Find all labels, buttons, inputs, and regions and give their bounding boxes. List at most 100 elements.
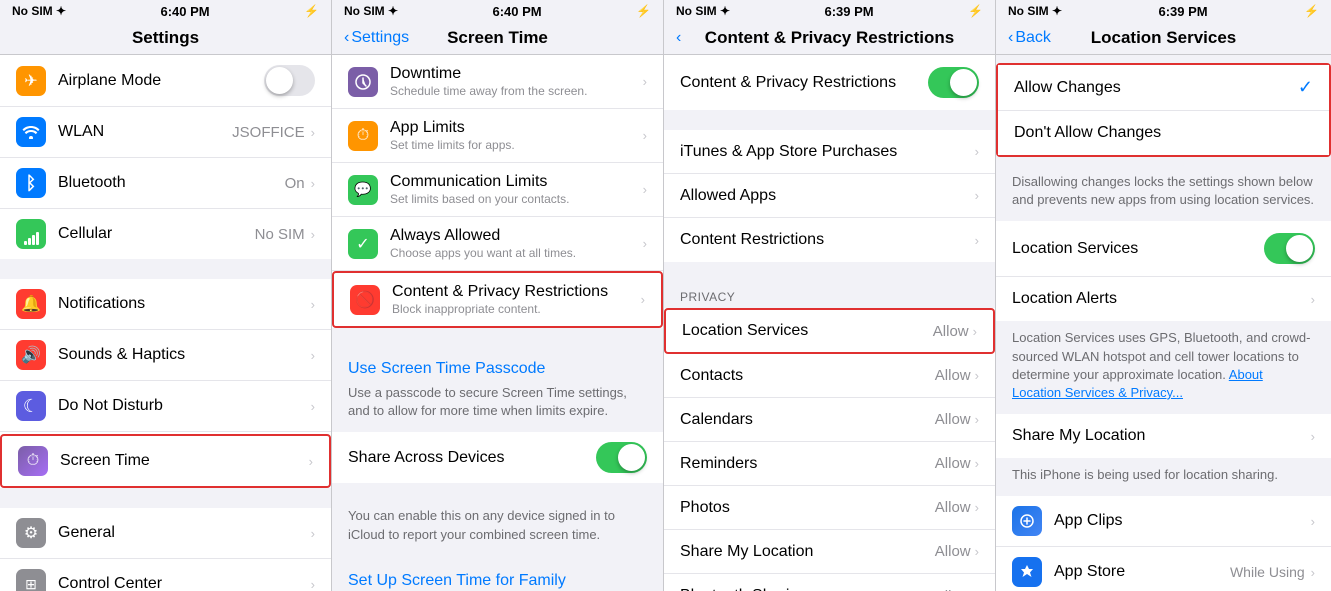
row-sharemylocation[interactable]: Share My Location Allow ›	[664, 530, 995, 574]
toggle-share[interactable]	[596, 442, 647, 473]
back-button-3[interactable]: ‹	[676, 29, 681, 47]
dont-allow-option[interactable]: Don't Allow Changes	[998, 111, 1329, 155]
screentime-list: Downtime Schedule time away from the scr…	[332, 55, 663, 591]
row-alwaysallowed[interactable]: ✓ Always Allowed Choose apps you want at…	[332, 217, 663, 271]
chevron-dnd: ›	[311, 399, 315, 414]
location-toggle-group: Location Services Location Alerts ›	[996, 221, 1331, 321]
row-wlan[interactable]: WLAN JSOFFICE ›	[0, 107, 331, 158]
row-title-general: General	[58, 524, 311, 542]
alwaysallowed-icon: ✓	[348, 229, 378, 259]
row-location-toggle[interactable]: Location Services	[996, 221, 1331, 277]
panel2-screentime: No SIM ✦ 6:40 PM ⚡ ‹ Settings Screen Tim…	[332, 0, 664, 591]
row-right-notifications: ›	[311, 297, 315, 312]
chevron-reminders: ›	[975, 456, 979, 471]
allow-changes-option[interactable]: Allow Changes ✓	[998, 65, 1329, 111]
row-privacy-toggle[interactable]: Content & Privacy Restrictions	[664, 55, 995, 110]
toggle-airplane[interactable]	[264, 65, 315, 96]
bluetooth-sharing-label: Bluetooth Sharing	[680, 587, 935, 591]
family-link[interactable]: Set Up Screen Time for Family	[332, 560, 663, 591]
app-store-icon	[1012, 557, 1042, 587]
row-contentrestrictions[interactable]: Content Restrictions ›	[664, 218, 995, 262]
row-screentime[interactable]: ⏱ Screen Time ›	[0, 434, 331, 488]
photos-value: Allow	[935, 499, 971, 516]
chevron-bluetooth: ›	[311, 176, 315, 191]
cellular-value: No SIM	[255, 226, 305, 243]
row-title-share: Share Across Devices	[348, 449, 596, 467]
row-title-cellular: Cellular	[58, 225, 255, 243]
location-link[interactable]: About Location Services & Privacy...	[1012, 367, 1263, 400]
toggle-location[interactable]	[1264, 233, 1315, 264]
row-bluetooth-sharing[interactable]: Bluetooth Sharing Allow ›	[664, 574, 995, 591]
chevron-photos: ›	[975, 500, 979, 515]
row-itunes[interactable]: iTunes & App Store Purchases ›	[664, 130, 995, 174]
row-location-alerts[interactable]: Location Alerts ›	[996, 277, 1331, 321]
row-notifications[interactable]: 🔔 Notifications ›	[0, 279, 331, 330]
row-applimits[interactable]: ⏱ App Limits Set time limits for apps. ›	[332, 109, 663, 163]
chevron-location-alerts: ›	[1311, 292, 1315, 307]
row-contacts[interactable]: Contacts Allow ›	[664, 354, 995, 398]
row-title-notifications: Notifications	[58, 295, 311, 313]
chevron-contacts: ›	[975, 368, 979, 383]
location-services-right: Allow ›	[933, 323, 977, 340]
chevron-itunes: ›	[975, 144, 979, 159]
panel4-location: No SIM ✦ 6:39 PM ⚡ ‹ Back Location Servi…	[996, 0, 1331, 591]
passcode-wrapper: Use Screen Time Passcode Use a passcode …	[332, 348, 663, 432]
chevron-cellular: ›	[311, 227, 315, 242]
photos-right: Allow ›	[935, 499, 979, 516]
row-bluetooth[interactable]: ᛒ Bluetooth On ›	[0, 158, 331, 209]
row-content-sounds: Sounds & Haptics	[58, 346, 311, 364]
row-sounds[interactable]: 🔊 Sounds & Haptics ›	[0, 330, 331, 381]
status-left-2: No SIM ✦	[344, 4, 398, 18]
status-bar-1: No SIM ✦ 6:40 PM ⚡	[0, 0, 331, 22]
row-share[interactable]: Share Across Devices	[332, 432, 663, 483]
row-content-share: Share Across Devices	[348, 449, 596, 467]
row-app-clips[interactable]: App Clips ›	[996, 496, 1331, 547]
back-button-4[interactable]: ‹ Back	[1008, 29, 1051, 47]
row-cellular[interactable]: Cellular No SIM ›	[0, 209, 331, 259]
row-title-dnd: Do Not Disturb	[58, 397, 311, 415]
itunes-label: iTunes & App Store Purchases	[680, 143, 975, 161]
row-airplane[interactable]: ✈ Airplane Mode	[0, 55, 331, 107]
commlimits-icon: 💬	[348, 175, 378, 205]
page-title-3: Content & Privacy Restrictions	[705, 28, 954, 48]
page-title-4: Location Services	[1091, 28, 1237, 48]
row-allowedapps[interactable]: Allowed Apps ›	[664, 174, 995, 218]
row-app-store[interactable]: App Store While Using ›	[996, 547, 1331, 591]
cellular-icon	[16, 219, 46, 249]
bluetooth-value: On	[285, 175, 305, 192]
row-location-services[interactable]: Location Services Allow ›	[664, 308, 995, 354]
row-commlimits[interactable]: 💬 Communication Limits Set limits based …	[332, 163, 663, 217]
bluetooth-sharing-right: Allow ›	[935, 588, 979, 591]
row-title-control: Control Center	[58, 575, 311, 591]
row-contentprivacy[interactable]: 🚫 Content & Privacy Restrictions Block i…	[332, 271, 663, 328]
app-clips-right: ›	[1311, 514, 1315, 529]
row-title-bluetooth: Bluetooth	[58, 174, 285, 192]
chevron-location: ›	[973, 324, 977, 339]
row-general[interactable]: ⚙ General ›	[0, 508, 331, 559]
row-photos[interactable]: Photos Allow ›	[664, 486, 995, 530]
chevron-contentprivacy: ›	[641, 292, 645, 307]
chevron-control: ›	[311, 577, 315, 591]
row-right-general: ›	[311, 526, 315, 541]
row-content-alwaysallowed: Always Allowed Choose apps you want at a…	[390, 227, 643, 260]
row-share-my-location[interactable]: Share My Location ›	[996, 414, 1331, 458]
row-control[interactable]: ⊞ Control Center ›	[0, 559, 331, 591]
nav-bar-2: ‹ Settings Screen Time	[332, 22, 663, 55]
nav-bar-4: ‹ Back Location Services	[996, 22, 1331, 55]
dnd-icon: ☾	[16, 391, 46, 421]
row-title-alwaysallowed: Always Allowed	[390, 227, 643, 245]
chevron-applimits: ›	[643, 128, 647, 143]
row-title-airplane: Airplane Mode	[58, 72, 264, 90]
toggle-privacy[interactable]	[928, 67, 979, 98]
passcode-button[interactable]: Use Screen Time Passcode	[348, 360, 647, 378]
passcode-section: Use Screen Time Passcode Use a passcode …	[332, 348, 663, 432]
location-list: Allow Changes ✓ Don't Allow Changes Disa…	[996, 55, 1331, 591]
row-downtime[interactable]: Downtime Schedule time away from the scr…	[332, 55, 663, 109]
row-reminders[interactable]: Reminders Allow ›	[664, 442, 995, 486]
page-title-1: Settings	[132, 28, 199, 48]
row-donotdisturb[interactable]: ☾ Do Not Disturb ›	[0, 381, 331, 432]
allow-changes-label: Allow Changes	[1014, 79, 1298, 97]
row-calendars[interactable]: Calendars Allow ›	[664, 398, 995, 442]
back-button-2[interactable]: ‹ Settings	[344, 29, 409, 47]
row-right-dnd: ›	[311, 399, 315, 414]
